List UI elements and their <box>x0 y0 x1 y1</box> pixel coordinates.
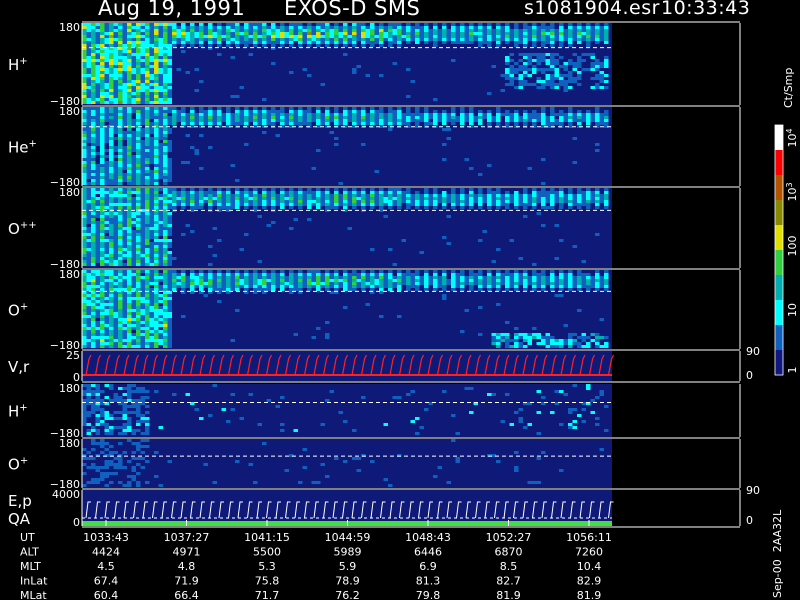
row-label-mlat: MLat <box>20 589 47 600</box>
ytick-top: 180 <box>59 186 80 199</box>
row-value: 4424 <box>92 546 120 559</box>
ytick-top: 25 <box>66 349 80 362</box>
colorbar-title: Ct/Smp <box>782 67 795 108</box>
panel-4 <box>81 270 741 351</box>
row-value: 5989 <box>334 546 362 559</box>
plot-area: 180−180H+180−180He+180−180O++180−180O+25… <box>8 21 799 600</box>
row-value: 81.3 <box>416 575 441 588</box>
row-value: 5500 <box>253 546 281 559</box>
colorbar-segment <box>775 325 783 351</box>
colorbar-label: 1 <box>786 367 799 374</box>
colorbar-segment <box>775 350 783 376</box>
row-label-ut: UT <box>20 531 35 544</box>
right-tick-bottom: 0 <box>746 514 753 527</box>
colorbar-segment <box>775 225 783 251</box>
row-value: 6870 <box>495 546 523 559</box>
version-label: Sep-00 2AA32L <box>771 509 784 598</box>
row-value: 60.4 <box>94 589 119 600</box>
species-label: H+ <box>8 403 28 421</box>
species-charge: + <box>29 139 37 150</box>
row-value: 79.8 <box>416 589 441 600</box>
colorbar-label: 104 <box>785 128 799 147</box>
row-value: 81.9 <box>577 589 602 600</box>
panel-5 <box>81 351 741 383</box>
panel-6 <box>81 384 741 439</box>
row-value: 1033:43 <box>83 531 129 544</box>
panel-7 <box>81 439 741 490</box>
ytick-top: 180 <box>59 437 80 450</box>
panel-background <box>82 384 612 437</box>
colorbar-label: 103 <box>785 182 799 201</box>
colorbar-segment <box>775 275 783 301</box>
species-charge: + <box>20 302 28 313</box>
species-label: O+ <box>8 456 28 474</box>
row-value: 1037:27 <box>164 531 210 544</box>
row-value: 8.5 <box>500 560 518 573</box>
panel-background <box>82 439 612 488</box>
species-label: O+ <box>8 302 28 320</box>
species-label: He+ <box>8 139 37 157</box>
row-value: 82.9 <box>577 575 602 588</box>
row-value: 1044:59 <box>325 531 371 544</box>
panel-1 <box>81 23 741 107</box>
row-value: 66.4 <box>174 589 199 600</box>
row-value: 67.4 <box>94 575 119 588</box>
row-value: 4971 <box>173 546 201 559</box>
qa-label: QA <box>8 510 31 528</box>
row-label-alt: ALT <box>20 546 39 559</box>
colorbar-segment <box>775 300 783 326</box>
spectrogram-figure: Aug 19, 1991 EXOS-D SMS s1081904.esr 10:… <box>0 0 800 600</box>
colorbar-segment <box>775 175 783 201</box>
row-value: 71.9 <box>174 575 199 588</box>
row-value: 4.5 <box>97 560 115 573</box>
row-value: 7260 <box>575 546 603 559</box>
species-charge: + <box>19 56 27 67</box>
ytick-top: 180 <box>59 382 80 395</box>
row-value: 1048:43 <box>405 531 451 544</box>
row-value: 1052:27 <box>486 531 532 544</box>
species-label: O++ <box>8 220 37 238</box>
colorbar-label: 100 <box>786 236 799 257</box>
species-label: H+ <box>8 56 28 74</box>
panel-label: E,p <box>8 492 32 510</box>
row-value: 82.7 <box>496 575 521 588</box>
row-value: 1041:15 <box>244 531 290 544</box>
ytick-top: 4000 <box>52 488 80 501</box>
row-value: 71.7 <box>255 589 280 600</box>
right-tick-top: 90 <box>746 345 760 358</box>
colorbar-label: 10 <box>786 303 799 317</box>
row-label-mlt: MLT <box>20 560 41 573</box>
colorbar-segment <box>775 200 783 226</box>
colorbar: 104 103 100 10 1 <box>774 124 799 376</box>
row-value: 75.8 <box>255 575 280 588</box>
colorbar-segment <box>775 125 783 151</box>
right-tick-bottom: 0 <box>746 369 753 382</box>
row-value: 5.9 <box>339 560 357 573</box>
row-value: 6.9 <box>419 560 437 573</box>
row-value: 1056:11 <box>566 531 612 544</box>
colorbar-segment <box>775 250 783 276</box>
row-label-inlat: InLat <box>20 575 48 588</box>
panel-2 <box>81 107 741 188</box>
colorbar-segment <box>775 150 783 176</box>
ytick-bottom: 0 <box>73 516 80 529</box>
row-value: 5.3 <box>258 560 276 573</box>
panel-8 <box>81 490 741 528</box>
row-value: 4.8 <box>178 560 196 573</box>
species-charge: + <box>19 403 27 414</box>
ytick-top: 180 <box>59 105 80 118</box>
species-charge: ++ <box>20 220 37 231</box>
panel-3 <box>81 188 741 270</box>
row-value: 76.2 <box>335 589 360 600</box>
ytick-top: 180 <box>59 268 80 281</box>
right-tick-top: 90 <box>746 484 760 497</box>
ytick-top: 180 <box>59 21 80 34</box>
row-value: 10.4 <box>577 560 602 573</box>
species-charge: + <box>20 456 28 467</box>
row-value: 81.9 <box>496 589 521 600</box>
row-value: 78.9 <box>335 575 360 588</box>
panel-label: V,r <box>8 358 30 376</box>
row-value: 6446 <box>414 546 442 559</box>
